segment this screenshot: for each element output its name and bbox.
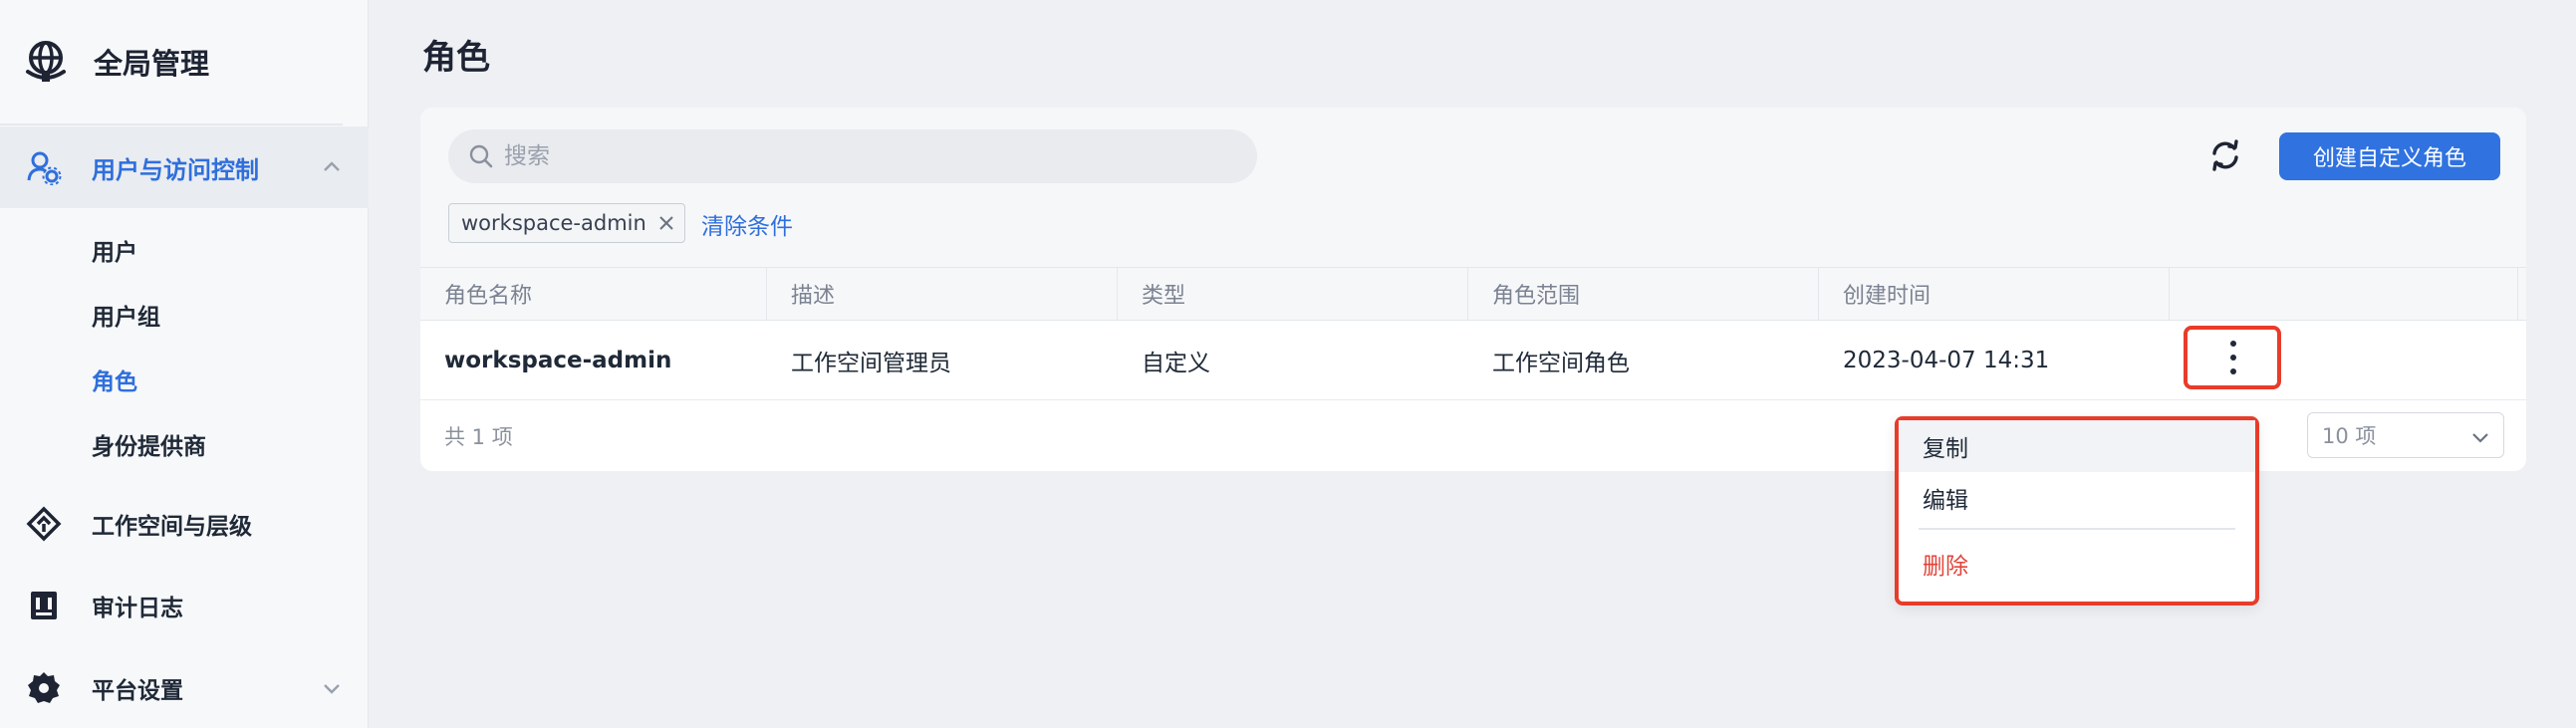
cell-scope: 工作空间角色: [1492, 351, 1630, 376]
menu-item-delete[interactable]: 删除: [1899, 538, 2255, 590]
more-vertical-icon: [2230, 341, 2236, 347]
brand-title: 全局管理: [94, 47, 210, 81]
menu-item-copy[interactable]: 复制: [1899, 420, 2255, 472]
cell-created: 2023-04-07 14:31: [1843, 348, 2050, 373]
page-title: 角色: [422, 38, 490, 78]
cell-type: 自定义: [1142, 351, 1210, 376]
column-header-description[interactable]: 描述: [767, 268, 1118, 320]
sidebar-item-label: 审计日志: [92, 596, 183, 621]
globe-logo-icon: [26, 41, 66, 82]
refresh-icon[interactable]: [2203, 133, 2247, 177]
sidebar-group-access-control[interactable]: 用户与访问控制: [0, 126, 369, 208]
chevron-down-icon: [2472, 433, 2488, 443]
column-header-scope[interactable]: 角色范围: [1468, 268, 1819, 320]
brand[interactable]: 全局管理: [22, 30, 209, 94]
sidebar: 全局管理 用户与访问控制 用户 用户组 角色 身份提供商 工作空间与层级 审计日…: [0, 0, 369, 728]
chevron-down-icon[interactable]: [321, 677, 343, 699]
column-header-actions: [2170, 268, 2518, 320]
chevron-up-icon[interactable]: [321, 156, 343, 178]
create-custom-role-button[interactable]: 创建自定义角色: [2279, 132, 2500, 180]
column-header-created[interactable]: 创建时间: [1819, 268, 2170, 320]
table-header: 角色名称 描述 类型 角色范围 创建时间: [420, 267, 2526, 321]
more-vertical-icon: [2230, 368, 2236, 374]
total-count: 共 1 项: [444, 425, 513, 449]
clear-filters-link[interactable]: 清除条件: [701, 207, 793, 241]
divider: [0, 123, 343, 125]
column-header-type[interactable]: 类型: [1118, 268, 1468, 320]
sidebar-item-roles[interactable]: 角色: [92, 363, 137, 396]
sidebar-group-label: 用户与访问控制: [92, 155, 259, 184]
search-input[interactable]: [504, 129, 1241, 183]
search-box[interactable]: [448, 129, 1257, 183]
sidebar-item-users[interactable]: 用户: [92, 233, 137, 267]
gear-icon: [28, 672, 60, 703]
filter-chip-label: workspace-admin: [461, 211, 646, 235]
cell-role-name[interactable]: workspace-admin: [420, 321, 767, 400]
sidebar-item-audit-log[interactable]: 审计日志: [0, 576, 369, 635]
close-icon[interactable]: [656, 213, 676, 233]
row-more-actions-button[interactable]: [2184, 326, 2281, 389]
sidebar-item-user-groups[interactable]: 用户组: [92, 298, 160, 332]
page-size-select[interactable]: 10 项: [2307, 412, 2504, 458]
sidebar-item-identity-providers[interactable]: 身份提供商: [92, 427, 206, 461]
sidebar-item-platform-settings[interactable]: 平台设置: [0, 658, 369, 718]
page-size-value: 10 项: [2322, 424, 2377, 448]
filter-chip[interactable]: workspace-admin: [448, 203, 685, 243]
row-action-menu: 复制 编辑 删除: [1895, 416, 2259, 606]
column-header-role-name[interactable]: 角色名称: [420, 268, 767, 320]
more-vertical-icon: [2230, 355, 2236, 361]
menu-divider: [1919, 528, 2235, 530]
search-icon: [469, 144, 493, 168]
sidebar-item-workspaces[interactable]: 工作空间与层级: [0, 494, 369, 554]
menu-item-edit[interactable]: 编辑: [1899, 472, 2255, 524]
workspace-diamond-icon: [26, 506, 62, 542]
audit-log-icon: [31, 592, 57, 619]
user-settings-icon: [27, 151, 62, 185]
cell-description: 工作空间管理员: [791, 351, 951, 376]
sidebar-item-label: 平台设置: [92, 678, 183, 704]
sidebar-item-label: 工作空间与层级: [92, 514, 252, 540]
